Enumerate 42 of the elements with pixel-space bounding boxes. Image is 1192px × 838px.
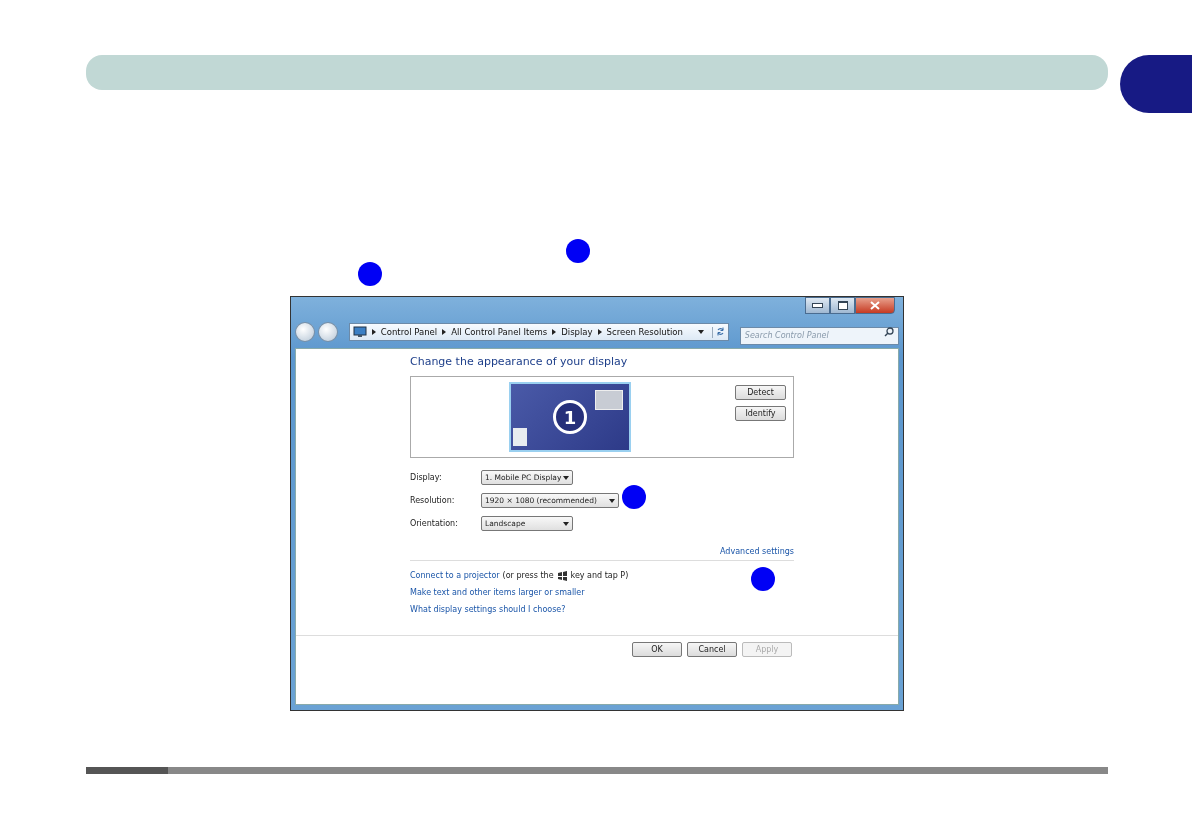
dropdown-icon [563,475,569,480]
callout-dot [566,239,590,263]
breadcrumb-item[interactable]: Control Panel [380,327,438,337]
forward-button[interactable] [317,322,338,342]
refresh-icon[interactable] [715,326,725,336]
monitor-icon [352,326,367,338]
hint-text: (or press the [502,571,554,580]
window-thumbnail [513,428,527,446]
dropdown-icon [609,498,615,503]
setting-label: Resolution: [410,496,456,505]
dropdown-icon [563,521,569,526]
maximize-icon[interactable] [830,297,855,314]
monitor-drawing[interactable]: 1 [509,382,631,452]
hint-text: key and tap P) [570,571,629,580]
page-heading: Change the appearance of your display [410,355,629,368]
breadcrumb-item[interactable]: Display [561,327,593,337]
chevron-icon [442,329,447,335]
advanced-settings-link[interactable]: Advanced settings [720,547,794,556]
dialog-button[interactable]: Detect [735,385,786,400]
setting-label: Display: [410,473,443,482]
dialog-button[interactable]: Cancel [687,642,737,657]
help-link[interactable]: Make text and other items larger or smaller [410,588,585,597]
breadcrumb-item[interactable]: Screen Resolution [606,327,683,337]
dialog-button[interactable]: Identify [735,406,786,421]
address-bar[interactable]: Control Panel All Control Panel Items Display Screen Resolution [348,323,729,341]
setting-label: Orientation: [410,519,459,528]
callout-dot [358,262,382,286]
search-field[interactable]: Search Control Panel [739,326,899,345]
projector-link[interactable]: Connect to a projector [410,571,500,580]
minimize-icon[interactable] [805,297,830,314]
chevron-icon [597,329,602,335]
dialog-button[interactable]: OK [632,642,682,657]
breadcrumb-item[interactable]: All Control Panel Items [451,327,548,337]
windows-logo-icon [556,570,568,581]
close-icon[interactable] [855,297,895,314]
back-button[interactable] [295,322,315,342]
search-icon [884,327,894,337]
chevron-icon [552,329,557,335]
chevron-icon [371,329,376,335]
window-thumbnail [595,390,623,410]
monitor-number: 1 [553,400,587,434]
help-link[interactable]: What display settings should I choose? [410,605,566,614]
